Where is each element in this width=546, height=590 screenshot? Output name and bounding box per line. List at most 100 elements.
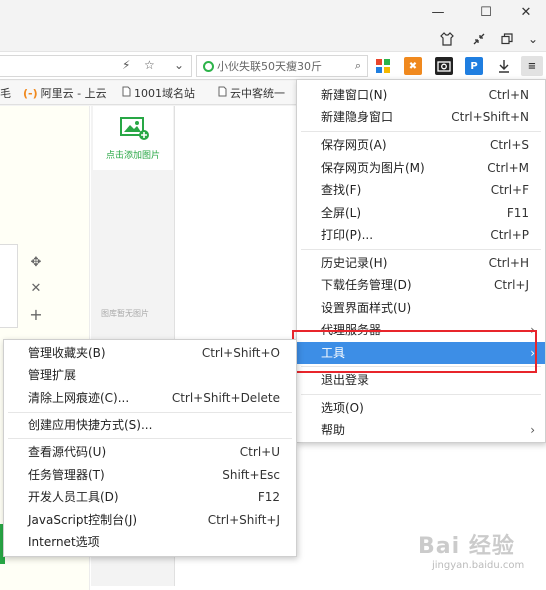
bookmark-item-1001[interactable]: 1001域名站 <box>122 85 195 101</box>
menu-item-label: 帮助 <box>321 423 346 437</box>
menu-item-label: 任务管理器(T) <box>28 468 105 482</box>
move-icon[interactable]: ✥ <box>28 254 44 270</box>
search-icon[interactable]: ⌕ <box>355 59 361 73</box>
menu-separator <box>301 249 541 250</box>
menu-item-label: 全屏(L) <box>321 206 362 220</box>
add-image-label: 点击添加图片 <box>105 151 160 161</box>
menu-item-shortcut: Ctrl+H <box>488 256 529 270</box>
bookmark-partial[interactable]: 毛 <box>0 85 11 101</box>
menu-item-label: 保存网页(A) <box>321 138 387 152</box>
menu-item-label: 下载任务管理(D) <box>321 278 412 292</box>
address-bar: ⚡ ☆ ⌄ 小伙失联50天瘦30斤 ⌕ ✖ P ≡ <box>0 52 546 80</box>
menu-item-shortcut: Shift+Esc <box>222 468 280 482</box>
screenshot-extension-icon[interactable] <box>435 57 453 75</box>
submenu-item-task-manager[interactable]: 任务管理器(T) Shift+Esc <box>4 464 296 486</box>
submenu-item-devtools[interactable]: 开发人员工具(D) F12 <box>4 486 296 508</box>
menu-item-label: 创建应用快捷方式(S)... <box>28 418 153 432</box>
tiles-extension-icon[interactable] <box>374 57 392 75</box>
watermark-url: jingyan.baidu.com <box>432 560 525 571</box>
bookmark-label: 阿里云 - 上云 <box>40 87 107 100</box>
submenu-item-bookmarks[interactable]: 管理收藏夹(B) Ctrl+Shift+O <box>4 342 296 364</box>
menu-item-label: 选项(O) <box>321 401 364 415</box>
menu-item-label: 管理收藏夹(B) <box>28 346 106 360</box>
search-engine-icon <box>203 60 214 72</box>
maximize-icon[interactable]: ☐ <box>466 0 506 24</box>
lightning-icon[interactable]: ⚡ <box>122 58 130 72</box>
submenu-item-internet-options[interactable]: Internet选项 <box>4 531 296 553</box>
close-icon[interactable]: ✕ <box>28 280 44 296</box>
menu-item-fullscreen[interactable]: 全屏(L) F11 <box>297 202 545 224</box>
tab-strip: ⌄ <box>0 26 546 52</box>
main-menu: 新建窗口(N) Ctrl+N 新建隐身窗口 Ctrl+Shift+N 保存网页(A)… <box>296 79 546 443</box>
menu-item-label: 保存网页为图片(M) <box>321 161 425 175</box>
menu-item-shortcut: Ctrl+N <box>488 88 529 102</box>
editor-box[interactable] <box>0 244 18 328</box>
menu-item-label: 查找(F) <box>321 183 362 197</box>
cross-extension-icon[interactable]: ✖ <box>404 57 422 75</box>
menu-item-find[interactable]: 查找(F) Ctrl+F <box>297 179 545 201</box>
submenu-item-extensions[interactable]: 管理扩展 <box>4 364 296 386</box>
menu-item-shortcut: Ctrl+J <box>494 278 529 292</box>
bookmark-label: 云中客统一 <box>230 87 285 100</box>
menu-item-label: 新建窗口(N) <box>321 88 388 102</box>
bookmark-label: 1001域名站 <box>134 87 195 100</box>
empty-gallery-text: 图库暂无图片 <box>101 309 149 318</box>
search-input[interactable]: 小伙失联50天瘦30斤 ⌕ <box>196 55 368 77</box>
chevron-down-icon[interactable]: ⌄ <box>524 30 542 48</box>
menu-item-label: Internet选项 <box>28 535 100 549</box>
menu-item-label: 开发人员工具(D) <box>28 490 119 504</box>
bookmark-item-aliyun[interactable]: (-) 阿里云 - 上云 <box>23 85 107 101</box>
add-icon[interactable]: + <box>28 305 44 324</box>
menu-item-shortcut: Ctrl+Shift+J <box>207 513 280 527</box>
download-icon[interactable] <box>495 57 513 75</box>
menu-item-print[interactable]: 打印(P)... Ctrl+P <box>297 224 545 246</box>
menu-item-options[interactable]: 选项(O) <box>297 397 545 419</box>
star-icon[interactable]: ☆ <box>144 58 155 72</box>
submenu-item-js-console[interactable]: JavaScript控制台(J) Ctrl+Shift+J <box>4 509 296 531</box>
highlight-box <box>292 330 537 373</box>
menu-item-shortcut: Ctrl+S <box>489 138 529 152</box>
doc-icon <box>218 86 227 100</box>
chevron-right-icon: › <box>530 423 535 437</box>
menu-item-label: JavaScript控制台(J) <box>28 513 138 527</box>
minimize-icon[interactable]: — <box>418 0 458 24</box>
menu-item-label: 查看源代码(U) <box>28 445 107 459</box>
menu-item-new-incognito[interactable]: 新建隐身窗口 Ctrl+Shift+N <box>297 106 545 128</box>
menu-item-shortcut: F12 <box>257 490 280 504</box>
collapse-icon[interactable] <box>470 30 488 48</box>
image-add-icon <box>116 115 150 144</box>
restore-icon[interactable] <box>498 30 516 48</box>
submenu-item-view-source[interactable]: 查看源代码(U) Ctrl+U <box>4 441 296 463</box>
menu-item-new-window[interactable]: 新建窗口(N) Ctrl+N <box>297 84 545 106</box>
menu-item-ui-style[interactable]: 设置界面样式(U) <box>297 297 545 319</box>
title-bar: — ☐ ✕ <box>0 0 546 26</box>
menu-item-shortcut: Ctrl+Shift+N <box>451 110 529 124</box>
menu-item-shortcut: Ctrl+P <box>490 228 529 242</box>
bookmark-item-yunzhongke[interactable]: 云中客统一 <box>218 85 285 101</box>
menu-item-label: 管理扩展 <box>28 368 77 382</box>
close-icon[interactable]: ✕ <box>506 0 546 24</box>
dropdown-icon[interactable]: ⌄ <box>174 58 184 72</box>
menu-icon[interactable]: ≡ <box>521 56 543 76</box>
menu-item-shortcut: Ctrl+Shift+O <box>201 346 280 360</box>
add-image-button[interactable]: 点击添加图片 <box>93 106 173 170</box>
menu-item-shortcut: Ctrl+U <box>239 445 280 459</box>
submenu-item-app-shortcut[interactable]: 创建应用快捷方式(S)... <box>4 414 296 436</box>
menu-separator <box>8 412 292 413</box>
p-extension-icon[interactable]: P <box>465 57 483 75</box>
menu-item-label: 清除上网痕迹(C)... <box>28 391 130 405</box>
menu-item-label: 设置界面样式(U) <box>321 301 412 315</box>
menu-item-label: 新建隐身窗口 <box>321 110 394 124</box>
menu-item-downloads[interactable]: 下载任务管理(D) Ctrl+J <box>297 274 545 296</box>
shirt-icon[interactable] <box>438 30 456 48</box>
menu-item-shortcut: F11 <box>506 206 529 220</box>
menu-item-history[interactable]: 历史记录(H) Ctrl+H <box>297 252 545 274</box>
submenu-item-clear-history[interactable]: 清除上网痕迹(C)... Ctrl+Shift+Delete <box>4 387 296 409</box>
watermark-logo: Bai 经验 <box>418 534 515 559</box>
menu-item-help[interactable]: 帮助 › <box>297 419 545 441</box>
aliyun-logo-icon: (-) <box>23 86 38 100</box>
menu-item-save-as-image[interactable]: 保存网页为图片(M) Ctrl+M <box>297 157 545 179</box>
url-field[interactable]: ⚡ ☆ ⌄ <box>0 55 192 77</box>
menu-item-shortcut: Ctrl+F <box>490 183 529 197</box>
menu-item-save-page[interactable]: 保存网页(A) Ctrl+S <box>297 134 545 156</box>
